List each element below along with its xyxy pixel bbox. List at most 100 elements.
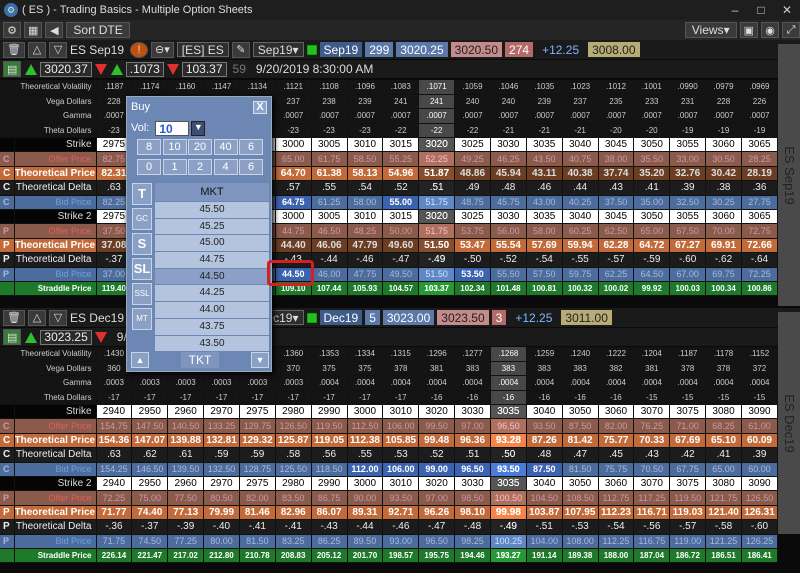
order-type-button[interactable]: S: [132, 233, 152, 255]
cell-c_offer[interactable]: 76.25: [633, 418, 671, 434]
cell-p_delta[interactable]: -.40: [203, 519, 240, 535]
cell-strike[interactable]: 3000: [275, 137, 312, 153]
cell-p_bid[interactable]: 112.25: [598, 534, 635, 549]
cell-p_offer[interactable]: 50.00: [382, 223, 420, 239]
cell-c_offer[interactable]: 126.50: [275, 418, 312, 434]
trash-icon[interactable]: 🗑: [3, 41, 25, 58]
cell-p_offer[interactable]: 58.00: [526, 223, 563, 239]
cell-strike2[interactable]: 3010: [382, 476, 420, 492]
cell-p_bid[interactable]: 67.00: [669, 267, 707, 282]
cell-c_offer[interactable]: 147.50: [131, 418, 169, 434]
cell-strad[interactable]: 186.51: [705, 548, 742, 564]
cell-c_bid[interactable]: 125.50: [275, 462, 312, 478]
cell-strike2[interactable]: 3020: [418, 476, 456, 492]
cell-tv[interactable]: .1071: [418, 80, 456, 95]
cell-td[interactable]: -16: [598, 390, 635, 406]
cell-strad[interactable]: 100.02: [598, 281, 635, 297]
cell-p_delta[interactable]: -.49: [418, 252, 456, 268]
cell-strike[interactable]: 3040: [526, 404, 563, 420]
cell-strike2[interactable]: 3035: [526, 209, 563, 225]
cell-p_delta[interactable]: -.41: [275, 519, 312, 535]
cell-c_theo[interactable]: 93.28: [490, 433, 527, 449]
cell-p_offer[interactable]: 112.75: [598, 490, 635, 506]
cell-td[interactable]: -16: [562, 390, 599, 406]
cell-c_delta[interactable]: .61: [167, 447, 205, 463]
cell-p_theo[interactable]: 69.91: [705, 238, 742, 254]
cell-td[interactable]: -15: [669, 390, 707, 406]
cell-strad[interactable]: 201.70: [347, 548, 384, 564]
cell-c_bid[interactable]: 67.75: [669, 462, 707, 478]
cell-c_delta[interactable]: .43: [633, 447, 671, 463]
cell-gm[interactable]: .0007: [526, 108, 563, 124]
cell-td[interactable]: -23: [347, 123, 384, 139]
cell-strike[interactable]: 3080: [705, 404, 742, 420]
cell-c_delta[interactable]: .59: [239, 447, 276, 463]
cell-tv[interactable]: .1001: [633, 80, 671, 95]
cell-c_delta[interactable]: .38: [705, 180, 742, 196]
cell-p_offer[interactable]: 117.25: [633, 490, 671, 506]
cell-gm[interactable]: .0004: [633, 375, 671, 391]
cell-p_theo[interactable]: 116.71: [633, 505, 671, 521]
cell-p_bid[interactable]: 96.50: [418, 534, 456, 549]
cell-gm[interactable]: .0003: [131, 375, 169, 391]
qty-button[interactable]: 6: [239, 139, 263, 155]
cell-c_theo[interactable]: 129.32: [239, 433, 276, 449]
cell-gm[interactable]: .0004: [311, 375, 348, 391]
cell-p_offer[interactable]: 98.50: [454, 490, 491, 506]
cell-tv[interactable]: .1277: [454, 347, 491, 362]
move-up-icon[interactable]: △: [27, 41, 46, 58]
cell-p_theo[interactable]: 126.31: [741, 505, 779, 521]
cell-p_offer[interactable]: 93.50: [382, 490, 420, 506]
cell-c_theo[interactable]: 43.11: [526, 166, 563, 182]
cell-td[interactable]: -19: [741, 123, 779, 139]
cell-tv[interactable]: .0969: [741, 80, 779, 95]
cell-p_theo[interactable]: 64.72: [633, 238, 671, 254]
qty-button[interactable]: 8: [137, 139, 161, 155]
cell-strike2[interactable]: 3030: [490, 209, 527, 225]
cell-td[interactable]: -17: [167, 390, 205, 406]
trash-icon[interactable]: 🗑: [3, 309, 25, 326]
down-arrow-icon[interactable]: [94, 331, 107, 343]
cell-c_theo[interactable]: 35.20: [633, 166, 671, 182]
cell-c_bid[interactable]: 139.50: [167, 462, 205, 478]
cell-strad[interactable]: 107.44: [311, 281, 348, 297]
cell-vd[interactable]: 228: [705, 94, 742, 110]
days-value[interactable]: 103.37: [181, 61, 227, 77]
cell-p_theo[interactable]: 62.28: [598, 238, 635, 254]
up-arrow-icon[interactable]: [25, 331, 38, 343]
cell-strike2[interactable]: 2940: [96, 476, 133, 492]
cell-p_delta[interactable]: -.51: [526, 519, 563, 535]
cell-strike[interactable]: 3050: [562, 404, 599, 420]
cell-p_delta[interactable]: -.53: [562, 519, 599, 535]
cell-strike2[interactable]: 3005: [311, 209, 348, 225]
cell-td[interactable]: -21: [526, 123, 563, 139]
cell-p_bid[interactable]: 71.75: [96, 534, 133, 549]
cell-strad[interactable]: 187.04: [633, 548, 671, 564]
cell-p_offer[interactable]: 75.00: [131, 490, 169, 506]
cell-c_delta[interactable]: .51: [454, 447, 491, 463]
cell-gm[interactable]: .0007: [490, 108, 527, 124]
cell-strike2[interactable]: 3035: [490, 476, 527, 492]
cell-c_bid[interactable]: 99.00: [418, 462, 456, 478]
cell-td[interactable]: -22: [454, 123, 491, 139]
cell-c_offer[interactable]: 112.50: [347, 418, 384, 434]
cell-strad[interactable]: 100.32: [562, 281, 599, 297]
close-icon[interactable]: ✕: [774, 3, 800, 17]
cell-c_offer[interactable]: 133.25: [203, 418, 240, 434]
cell-c_theo[interactable]: 64.70: [275, 166, 312, 182]
cell-tv[interactable]: .1240: [562, 347, 599, 362]
cell-strike2[interactable]: 3000: [275, 209, 312, 225]
cell-c_bid[interactable]: 132.50: [203, 462, 240, 478]
cell-c_delta[interactable]: .63: [96, 447, 133, 463]
qty-button[interactable]: 20: [188, 139, 212, 155]
cell-vd[interactable]: 239: [347, 94, 384, 110]
bid-price[interactable]: 3023.00: [382, 310, 435, 325]
cell-strike[interactable]: 3015: [382, 137, 420, 153]
cell-c_delta[interactable]: .62: [131, 447, 169, 463]
scroll-down-arrow-icon[interactable]: ▼: [251, 352, 269, 368]
cell-strike2[interactable]: 3040: [562, 209, 599, 225]
cell-gm[interactable]: .0004: [526, 375, 563, 391]
cell-gm[interactable]: .0007: [347, 108, 384, 124]
cell-p_bid[interactable]: 57.50: [526, 267, 563, 282]
cell-strad[interactable]: 205.12: [311, 548, 348, 564]
